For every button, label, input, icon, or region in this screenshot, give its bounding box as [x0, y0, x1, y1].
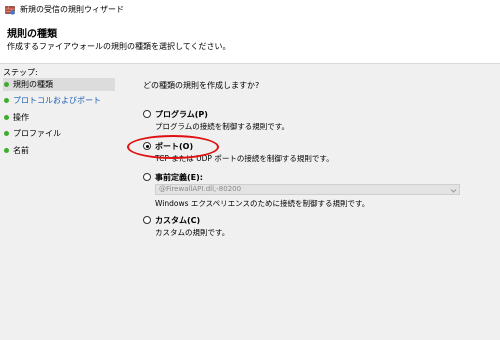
wizard-content: ステップ: 規則の種類 プロトコルおよびポート 操作 プロファイル 名前 どの種…: [0, 64, 500, 340]
step-status-dot-icon: [4, 98, 9, 103]
firewall-wizard-icon: [5, 5, 15, 15]
step-protocol-and-ports[interactable]: プロトコルおよびポート: [3, 94, 115, 107]
step-rule-type[interactable]: 規則の種類: [3, 78, 115, 91]
page-title: 規則の種類: [7, 29, 57, 40]
step-action[interactable]: 操作: [3, 111, 115, 124]
predefined-radio[interactable]: [143, 173, 151, 181]
main-panel: どの種類の規則を作成しますか? プログラム(P) プログラムの接続を制御する規則…: [116, 64, 500, 340]
predefined-description: Windows エクスペリエンスのために接続を制御する規則です。: [155, 199, 370, 208]
option-program[interactable]: プログラム(P) プログラムの接続を制御する規則です。: [143, 109, 473, 133]
steps-heading: ステップ:: [3, 68, 38, 77]
window-title: 新規の受信の規則ウィザード: [20, 5, 124, 14]
program-label[interactable]: プログラム(P): [155, 109, 208, 120]
title-bar: 新規の受信の規則ウィザード: [0, 0, 500, 20]
step-status-dot-icon: [4, 115, 9, 120]
custom-description: カスタムの規則です。: [155, 228, 230, 237]
custom-label[interactable]: カスタム(C): [155, 215, 200, 226]
program-radio[interactable]: [143, 110, 151, 118]
rule-type-question: どの種類の規則を作成しますか?: [143, 81, 260, 90]
step-status-dot-icon: [4, 82, 9, 87]
custom-radio[interactable]: [143, 216, 151, 224]
predefined-select-value: @FirewallAPI.dll,-80200: [159, 185, 242, 193]
step-profile[interactable]: プロファイル: [3, 127, 115, 140]
steps-panel: ステップ: 規則の種類 プロトコルおよびポート 操作 プロファイル 名前: [0, 64, 116, 340]
page-subtitle: 作成するファイアウォールの規則の種類を選択してください。: [7, 42, 231, 51]
step-status-dot-icon: [4, 148, 9, 153]
step-label: 操作: [13, 113, 29, 122]
wizard-header: 規則の種類 作成するファイアウォールの規則の種類を選択してください。: [0, 20, 500, 64]
predefined-rule-select[interactable]: @FirewallAPI.dll,-80200: [155, 184, 460, 195]
chevron-down-icon: [450, 187, 457, 193]
step-label: プロトコルおよびポート: [13, 96, 101, 105]
step-label: 名前: [13, 146, 29, 155]
step-status-dot-icon: [4, 131, 9, 136]
predefined-label[interactable]: 事前定義(E):: [155, 172, 203, 183]
highlight-ellipse: [127, 135, 219, 159]
step-name[interactable]: 名前: [3, 144, 115, 157]
step-label: 規則の種類: [13, 80, 53, 89]
option-predefined[interactable]: 事前定義(E): @FirewallAPI.dll,-80200 Windows…: [143, 172, 473, 212]
option-custom[interactable]: カスタム(C) カスタムの規則です。: [143, 215, 473, 239]
step-label: プロファイル: [13, 129, 61, 138]
program-description: プログラムの接続を制御する規則です。: [155, 122, 290, 131]
